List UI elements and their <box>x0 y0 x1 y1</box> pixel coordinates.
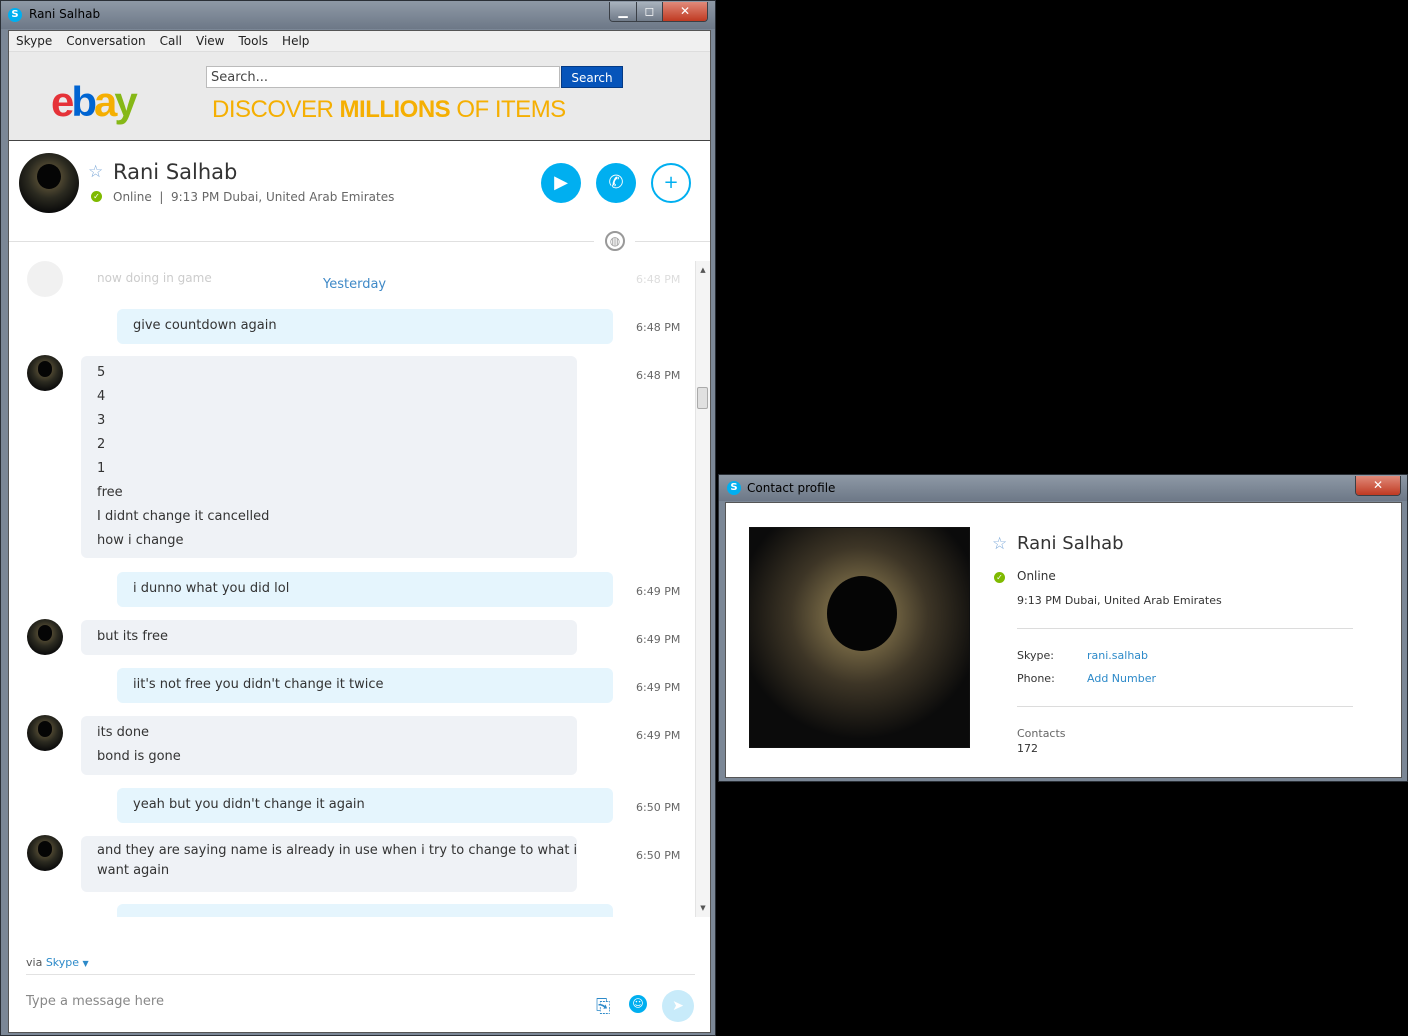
message-time: 6:49 PM <box>636 585 681 598</box>
skype-label: Skype: <box>1017 649 1054 662</box>
ad-search-button[interactable]: Search <box>561 66 623 88</box>
contact-avatar[interactable] <box>19 153 79 213</box>
contact-status-line: Online | 9:13 PM Dubai, United Arab Emir… <box>113 190 395 204</box>
message-bubble[interactable]: its done bond is gone <box>81 716 577 775</box>
message-bubble-partial[interactable] <box>117 904 613 917</box>
profile-status: Online <box>1017 569 1056 583</box>
compose-divider <box>26 974 695 975</box>
chat-history[interactable]: now doing in game 6:48 PM Yesterday give… <box>9 261 695 917</box>
day-separator: Yesterday <box>323 277 387 292</box>
contacts-label: Contacts <box>1017 727 1066 740</box>
message-bubble[interactable]: yeah but you didn't change it again <box>117 788 613 823</box>
via-selector[interactable]: via Skype ▼ <box>26 956 89 969</box>
chat-scrollbar[interactable]: ▲ ▼ <box>695 261 710 917</box>
skype-logo-icon: S <box>8 8 22 22</box>
message-time: 6:50 PM <box>636 849 681 862</box>
profile-name: Rani Salhab <box>1017 533 1124 554</box>
menu-bar: Skype Conversation Call View Tools Help <box>9 31 710 52</box>
message-bubble[interactable]: but its free <box>81 620 577 655</box>
minimize-button[interactable]: ▁ <box>610 2 636 21</box>
skype-name-link[interactable]: rani.salhab <box>1087 649 1148 662</box>
profile-close-button[interactable]: ✕ <box>1356 476 1400 495</box>
header-divider-right <box>635 241 710 242</box>
message-avatar[interactable] <box>27 619 63 655</box>
skype-main-window: S Rani Salhab ▁ ◻ ✕ Skype Conversation Cal… <box>0 0 716 1036</box>
message-bubble[interactable]: give countdown again <box>117 309 613 344</box>
faded-message: now doing in game <box>97 271 212 285</box>
message-time: 6:49 PM <box>636 729 681 742</box>
message-time: 6:48 PM <box>636 369 681 382</box>
video-call-button[interactable]: ▶ <box>541 163 581 203</box>
online-status-icon: ✓ <box>91 191 102 202</box>
ebay-ad-banner[interactable]: ebay Search... Search DISCOVER MILLIONS … <box>9 52 710 141</box>
menu-call[interactable]: Call <box>153 31 189 51</box>
profile-window-title: Contact profile <box>747 481 836 495</box>
ebay-logo[interactable]: ebay <box>51 78 138 126</box>
emoticon-icon[interactable]: ☺ <box>629 995 647 1013</box>
favorite-star-icon[interactable]: ☆ <box>992 534 1007 554</box>
profile-divider <box>1017 706 1353 707</box>
menu-conversation[interactable]: Conversation <box>59 31 152 51</box>
faded-avatar <box>27 261 63 297</box>
main-title-bar[interactable]: S Rani Salhab ▁ ◻ ✕ <box>1 1 715 29</box>
menu-skype[interactable]: Skype <box>9 31 59 51</box>
contact-header: ☆ Rani Salhab ✓ Online | 9:13 PM Dubai, … <box>9 141 710 241</box>
message-avatar[interactable] <box>27 355 63 391</box>
add-number-link[interactable]: Add Number <box>1087 672 1156 685</box>
ad-search-input[interactable]: Search... <box>206 66 560 88</box>
paperclip-icon[interactable]: ⎘ <box>596 996 610 1017</box>
skype-logo-icon: S <box>727 481 741 495</box>
main-content: Skype Conversation Call View Tools Help ebay … <box>8 30 711 1033</box>
phone-label: Phone: <box>1017 672 1055 685</box>
profile-window-controls: ✕ <box>1355 476 1401 496</box>
message-bubble[interactable]: 5 4 3 2 1 free I didnt change it cancell… <box>81 356 577 558</box>
window-title: Rani Salhab <box>29 7 101 21</box>
window-controls: ▁ ◻ ✕ <box>609 2 708 22</box>
chevron-down-icon: ▼ <box>82 959 89 968</box>
message-input[interactable]: Type a message here <box>26 994 164 1009</box>
message-time: 6:50 PM <box>636 801 681 814</box>
message-bubble[interactable]: iit's not free you didn't change it twic… <box>117 668 613 703</box>
phone-icon: ✆ <box>608 172 624 193</box>
audio-call-button[interactable]: ✆ <box>596 163 636 203</box>
favorite-star-icon[interactable]: ☆ <box>88 162 103 182</box>
message-avatar[interactable] <box>27 715 63 751</box>
online-status-icon: ✓ <box>994 572 1005 583</box>
close-button[interactable]: ✕ <box>662 2 707 21</box>
profile-title-bar[interactable]: S Contact profile ✕ <box>719 475 1407 501</box>
contact-name: Rani Salhab <box>113 160 238 184</box>
video-camera-icon: ▶ <box>554 172 568 193</box>
message-bubble[interactable]: and they are saying name is already in u… <box>81 836 577 892</box>
send-button[interactable]: ➤ <box>662 990 694 1022</box>
message-avatar[interactable] <box>27 835 63 871</box>
menu-tools[interactable]: Tools <box>231 31 275 51</box>
add-person-icon: + <box>663 172 679 193</box>
message-time: 6:49 PM <box>636 633 681 646</box>
message-time: 6:49 PM <box>636 681 681 694</box>
ad-tagline: DISCOVER MILLIONS OF ITEMS <box>212 96 566 123</box>
profile-local-time: 9:13 PM Dubai, United Arab Emirates <box>1017 594 1222 607</box>
add-contact-button[interactable]: + <box>651 163 691 203</box>
menu-help[interactable]: Help <box>275 31 316 51</box>
profile-content: ☆ Rani Salhab ✓ Online 9:13 PM Dubai, Un… <box>725 502 1402 778</box>
menu-view[interactable]: View <box>189 31 231 51</box>
profile-divider <box>1017 628 1353 629</box>
contacts-count: 172 <box>1017 742 1038 755</box>
contact-profile-window: S Contact profile ✕ ☆ Rani Salhab ✓ Onli… <box>718 474 1408 782</box>
message-bubble[interactable]: i dunno what you did lol <box>117 572 613 607</box>
scroll-thumb[interactable] <box>697 387 708 409</box>
scroll-down-icon[interactable]: ▼ <box>698 903 708 913</box>
maximize-button[interactable]: ◻ <box>636 2 662 21</box>
header-divider <box>9 241 594 242</box>
globe-icon[interactable]: ◍ <box>605 231 625 251</box>
faded-message-time: 6:48 PM <box>636 273 681 286</box>
scroll-up-icon[interactable]: ▲ <box>698 265 708 275</box>
message-time: 6:48 PM <box>636 321 681 334</box>
send-arrow-icon: ➤ <box>672 998 684 1014</box>
profile-picture <box>749 527 970 748</box>
